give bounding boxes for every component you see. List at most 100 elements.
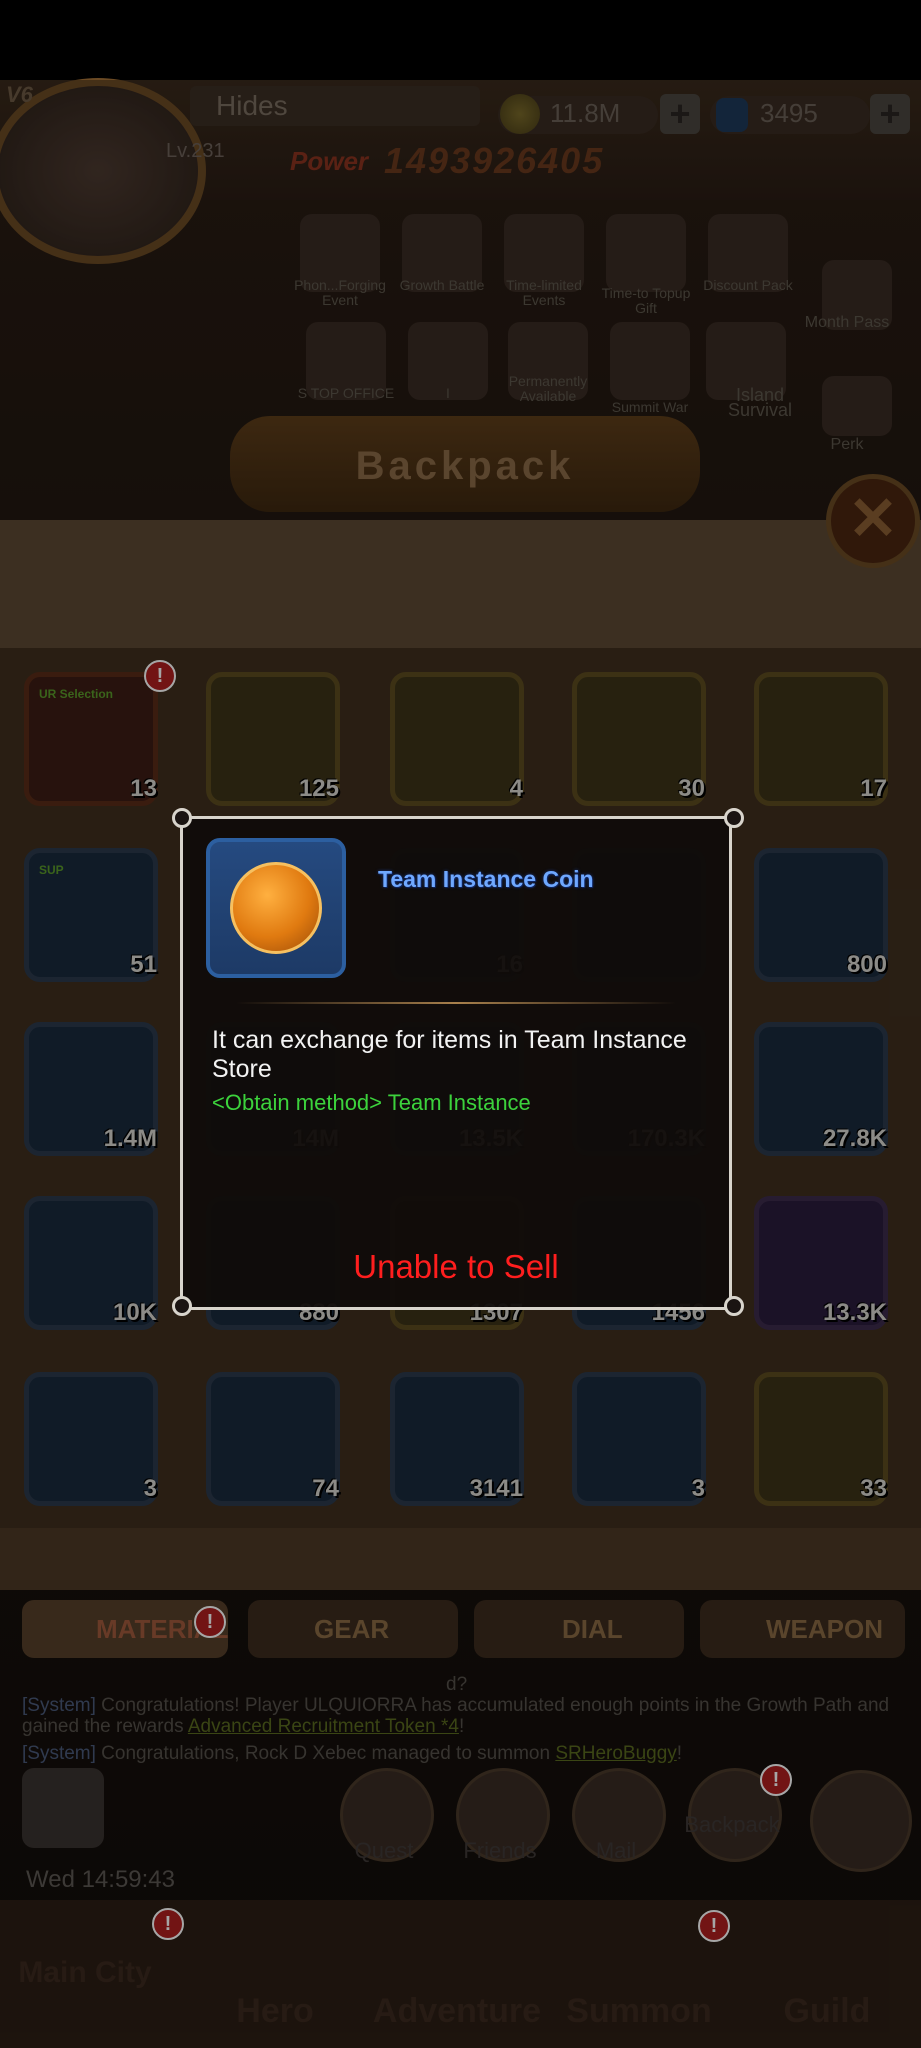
quest-label: Quest — [354, 1838, 414, 1863]
event-label: I — [446, 385, 450, 401]
tab-dial[interactable]: DIAL — [474, 1600, 684, 1658]
close-button[interactable]: ✕ — [826, 474, 920, 568]
add-gems-button[interactable]: + — [870, 94, 910, 134]
clock: Wed 14:59:43 — [26, 1866, 176, 1893]
popup-divider — [236, 1002, 676, 1004]
chat-text: Congratulations, Rock D Xebec managed to… — [95, 1743, 551, 1764]
item-alert-badge: ! — [144, 660, 176, 692]
chat-link[interactable]: SRHeroBuggy — [555, 1743, 676, 1764]
chat-text: ! — [676, 1743, 683, 1764]
inventory-slot[interactable]: 3141 — [390, 1372, 524, 1506]
chat-avatar-icon[interactable] — [22, 1768, 104, 1848]
power-value: 1493926405 — [384, 140, 605, 181]
chat-log[interactable]: d? [System] Congratulations! Player ULQU… — [22, 1674, 902, 1764]
chat-link[interactable]: Advanced Recruitment Token *4 — [188, 1716, 459, 1737]
nav-main-city[interactable]: Main City — [0, 1956, 170, 1990]
backpack-panel-header — [0, 520, 921, 650]
friends-label: Friends — [463, 1838, 537, 1863]
inventory-slot[interactable]: 33 — [754, 1372, 888, 1506]
nav-guild[interactable]: Guild — [742, 1992, 912, 2031]
inventory-slot[interactable]: 3 — [572, 1372, 706, 1506]
tab-weapon[interactable]: WEAPON — [700, 1600, 905, 1658]
gem-value: 3495 — [760, 98, 818, 128]
item-quantity: 13.3K — [822, 1299, 887, 1326]
item-quantity: 17 — [860, 775, 887, 802]
event-topup-gift-icon[interactable] — [606, 214, 686, 292]
inventory-slot[interactable]: 74 — [206, 1372, 340, 1506]
item-quantity: 51 — [130, 951, 157, 978]
inventory-slot[interactable]: 4 — [390, 672, 524, 806]
event-label: Island Survival — [727, 385, 793, 420]
gem-icon — [716, 98, 748, 132]
mail-label: Mail — [595, 1838, 637, 1863]
backpack-alert-badge: ! — [760, 1764, 792, 1796]
chat-line: [System] Congratulations, Rock D Xebec m… — [22, 1743, 902, 1764]
inventory-slot[interactable]: 125 — [206, 672, 340, 806]
item-description: It can exchange for items in Team Instan… — [212, 1026, 687, 1083]
chat-text: ! — [458, 1716, 465, 1737]
chat-line: d? — [446, 1674, 468, 1695]
event-label: Phon...Forging Event — [294, 277, 386, 308]
nav-hero[interactable]: Hero — [190, 1992, 360, 2031]
inventory-slot[interactable]: 27.8K — [754, 1022, 888, 1156]
sell-status: Unable to Sell — [353, 1248, 559, 1285]
backpack-title: Backpack — [355, 444, 575, 488]
inventory-slot[interactable]: UR Selection 13 — [24, 672, 158, 806]
event-label: Perk — [830, 436, 864, 453]
power-label: Power — [290, 146, 369, 176]
inventory-slot[interactable]: 3 — [24, 1372, 158, 1506]
coin-icon — [500, 94, 540, 134]
item-tag: UR Selection — [39, 687, 114, 701]
item-quantity: 27.8K — [822, 1125, 887, 1152]
event-label: Time-limited Events — [506, 277, 582, 308]
main-city-alert-badge: ! — [152, 1908, 184, 1940]
vip-level: V6 — [6, 82, 33, 107]
perk-icon[interactable] — [822, 376, 892, 436]
event-label: Discount Pack — [703, 277, 793, 293]
event-summit-war-icon[interactable] — [610, 322, 690, 400]
inventory-slot[interactable]: 1.4M — [24, 1022, 158, 1156]
inventory-slot[interactable]: 800 — [754, 848, 888, 982]
player-level: Lv.231 — [166, 140, 225, 162]
summon-alert-badge: ! — [698, 1910, 730, 1942]
item-quantity: 74 — [312, 1475, 339, 1502]
add-coins-button[interactable]: + — [660, 94, 700, 134]
inventory-slot[interactable]: 17 — [754, 672, 888, 806]
item-quantity: 33 — [860, 1475, 887, 1502]
item-quantity: 3 — [691, 1475, 705, 1502]
item-quantity: 3 — [143, 1475, 157, 1502]
inventory-slot[interactable]: 30 — [572, 672, 706, 806]
event-label: Permanently Available — [508, 373, 588, 404]
chat-system-tag: [System] — [22, 1695, 96, 1716]
obtain-method: <Obtain method> Team Instance — [212, 1090, 531, 1115]
item-quantity: 1.4M — [103, 1125, 157, 1152]
inventory-slot[interactable]: 10K — [24, 1196, 158, 1330]
player-name: Hides — [190, 86, 480, 126]
chat-line: [System] Congratulations! Player ULQUIOR… — [22, 1695, 902, 1737]
item-name: Team Instance Coin — [378, 866, 594, 892]
nav-adventure[interactable]: Adventure — [362, 1992, 552, 2031]
event-label: Growth Battle — [399, 277, 485, 293]
item-tag: SUP — [39, 863, 64, 877]
item-quantity: 125 — [298, 775, 339, 802]
inventory-slot[interactable]: SUP 51 — [24, 848, 158, 982]
event-label: Month Pass — [804, 314, 890, 331]
status-bar — [0, 0, 921, 80]
item-quantity: 800 — [846, 951, 887, 978]
tab-gear[interactable]: GEAR — [248, 1600, 458, 1658]
team-instance-coin-icon — [230, 862, 322, 954]
tab-material-alert-badge: ! — [194, 1606, 226, 1638]
item-quantity: 4 — [509, 775, 523, 802]
coin-value: 11.8M — [550, 98, 621, 128]
item-quantity: 13 — [130, 775, 157, 802]
corner-ornament — [724, 1296, 744, 1316]
corner-ornament — [172, 808, 192, 828]
item-quantity: 3141 — [469, 1475, 523, 1502]
inventory-slot[interactable]: 13.3K — [754, 1196, 888, 1330]
event-label: S TOP OFFICE — [297, 385, 395, 401]
compass-button[interactable] — [810, 1770, 912, 1872]
item-quantity: 30 — [678, 775, 705, 802]
nav-summon[interactable]: Summon — [554, 1992, 724, 2031]
chat-system-tag: [System] — [22, 1743, 96, 1764]
item-quantity: 10K — [112, 1299, 157, 1326]
